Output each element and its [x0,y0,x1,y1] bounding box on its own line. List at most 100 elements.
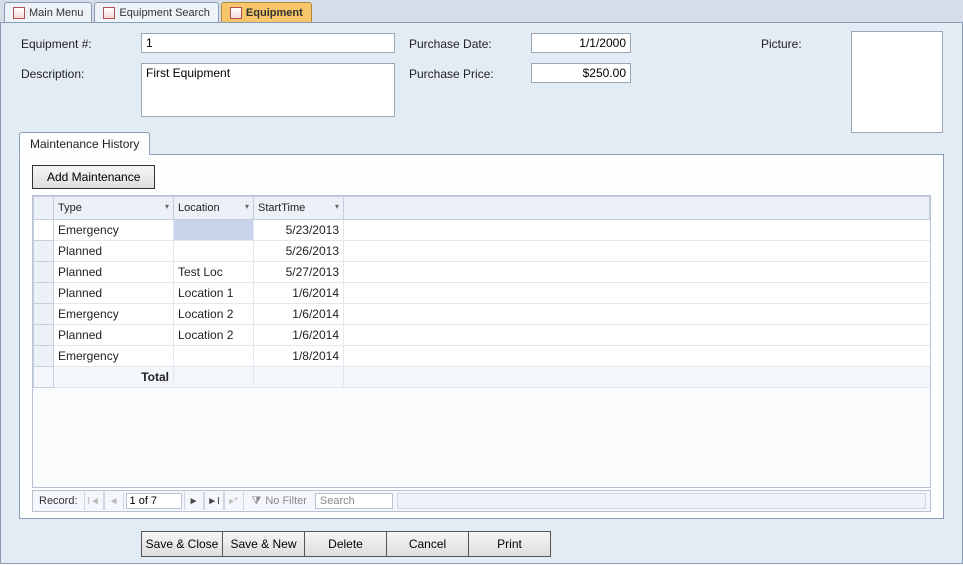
cell-starttime[interactable]: 1/8/2014 [254,346,344,367]
search-input[interactable] [315,493,393,509]
cell-starttime[interactable]: 5/23/2013 [254,220,344,241]
tab-label: Equipment Search [119,7,210,19]
form-icon [230,7,242,19]
cancel-button[interactable]: Cancel [387,531,469,557]
cell-location[interactable] [174,241,254,262]
cell-type[interactable]: Emergency [54,304,174,325]
print-button[interactable]: Print [469,531,551,557]
col-starttime[interactable]: StartTime▾ [254,197,344,220]
cell-filler [344,220,930,241]
purchase-price-label: Purchase Price: [409,67,494,81]
table-row[interactable]: Emergency 5/23/2013 [34,220,930,241]
cell-location[interactable]: Location 2 [174,304,254,325]
horizontal-scrollbar[interactable] [397,493,926,509]
cell-location [174,367,254,388]
filter-indicator[interactable]: ⧩ No Filter [244,495,315,508]
cell-location[interactable] [174,220,254,241]
row-selector [34,367,54,388]
cell-filler [344,262,930,283]
picture-box[interactable] [851,31,943,133]
maintenance-grid[interactable]: Type▾ Location▾ StartTime▾ Emergency 5/23… [32,195,931,488]
tab-equipment-search[interactable]: Equipment Search [94,2,219,22]
nav-first-button[interactable]: I◄ [84,492,104,510]
row-selector[interactable] [34,283,54,304]
purchase-price-input[interactable] [531,63,631,83]
cell-filler [344,283,930,304]
description-input[interactable] [141,63,395,117]
table-row[interactable]: Emergency 1/8/2014 [34,346,930,367]
cell-type[interactable]: Planned [54,262,174,283]
row-header-corner[interactable] [34,197,54,220]
cell-filler [344,346,930,367]
funnel-icon: ⧩ [252,495,262,508]
row-selector[interactable] [34,262,54,283]
add-maintenance-button[interactable]: Add Maintenance [32,165,155,189]
col-type[interactable]: Type▾ [54,197,174,220]
cell-starttime[interactable]: 1/6/2014 [254,283,344,304]
cell-starttime[interactable]: 1/6/2014 [254,325,344,346]
table-row[interactable]: EmergencyLocation 21/6/2014 [34,304,930,325]
app-window: Main Menu Equipment Search Equipment Equ… [0,0,963,566]
equipment-num-input[interactable] [141,33,395,53]
purchase-date-input[interactable] [531,33,631,53]
col-location[interactable]: Location▾ [174,197,254,220]
nav-new-button[interactable]: ▸* [224,492,244,510]
cell-starttime[interactable]: 1/6/2014 [254,304,344,325]
tab-main-menu[interactable]: Main Menu [4,2,92,22]
row-selector[interactable] [34,346,54,367]
description-label: Description: [21,67,84,81]
col-filler [344,197,930,220]
table-row[interactable]: Planned 5/26/2013 [34,241,930,262]
cell-type[interactable]: Planned [54,241,174,262]
row-selector[interactable] [34,220,54,241]
cell-location[interactable]: Location 2 [174,325,254,346]
record-position-input[interactable] [126,493,182,509]
row-selector[interactable] [34,304,54,325]
nav-prev-button[interactable]: ◄ [104,492,124,510]
row-selector[interactable] [34,241,54,262]
filter-label: No Filter [265,495,307,507]
save-close-button[interactable]: Save & Close [141,531,223,557]
equipment-num-label: Equipment #: [21,37,92,51]
form-icon [13,7,25,19]
tab-maintenance-history[interactable]: Maintenance History [19,132,150,155]
cell-location[interactable] [174,346,254,367]
maintenance-table: Type▾ Location▾ StartTime▾ Emergency 5/23… [33,196,930,388]
chevron-down-icon[interactable]: ▾ [165,202,169,211]
cell-filler [344,325,930,346]
action-bar: Save & Close Save & New Delete Cancel Pr… [141,531,551,557]
maintenance-history-panel: Add Maintenance Type▾ Location▾ StartTim… [19,154,944,519]
cell-type[interactable]: Emergency [54,346,174,367]
save-new-button[interactable]: Save & New [223,531,305,557]
picture-label: Picture: [761,37,802,51]
tab-equipment[interactable]: Equipment [221,2,312,22]
form-area: Equipment #: Description: Purchase Date:… [0,23,963,564]
cell-location[interactable]: Test Loc [174,262,254,283]
nav-next-button[interactable]: ► [184,492,204,510]
row-selector[interactable] [34,325,54,346]
cell-type[interactable]: Planned [54,283,174,304]
form-icon [103,7,115,19]
table-row[interactable]: PlannedLocation 11/6/2014 [34,283,930,304]
cell-filler [344,241,930,262]
chevron-down-icon[interactable]: ▾ [245,202,249,211]
cell-starttime[interactable]: 5/27/2013 [254,262,344,283]
cell-filler [344,304,930,325]
total-label: Total [54,367,174,388]
chevron-down-icon[interactable]: ▾ [335,202,339,211]
table-row[interactable]: PlannedTest Loc5/27/2013 [34,262,930,283]
table-row[interactable]: PlannedLocation 21/6/2014 [34,325,930,346]
nav-last-button[interactable]: ►I [204,492,224,510]
cell-location[interactable]: Location 1 [174,283,254,304]
delete-button[interactable]: Delete [305,531,387,557]
cell-starttime [254,367,344,388]
tab-bar: Main Menu Equipment Search Equipment [0,0,963,23]
cell-filler [344,367,930,388]
cell-starttime[interactable]: 5/26/2013 [254,241,344,262]
cell-type[interactable]: Planned [54,325,174,346]
record-label: Record: [33,495,84,507]
table-total-row: Total [34,367,930,388]
cell-type[interactable]: Emergency [54,220,174,241]
purchase-date-label: Purchase Date: [409,37,492,51]
record-navigator: Record: I◄ ◄ ► ►I ▸* ⧩ No Filter [32,490,931,512]
